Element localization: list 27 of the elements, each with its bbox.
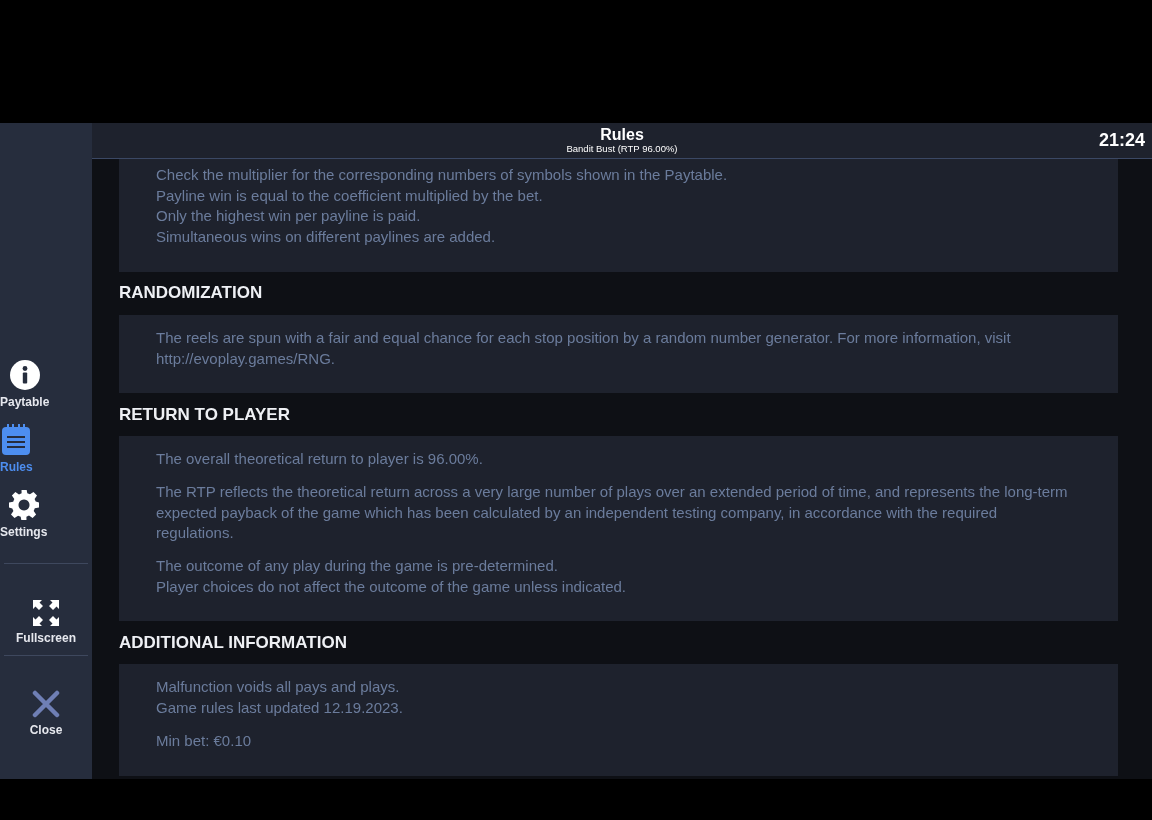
rule-text: Check the multiplier for the corresponding numbers of symbols shown in the Paytable. [156,165,729,185]
section-heading: ADDITIONAL INFORMATION [119,631,348,654]
rule-text: Player choices do not affect the outcome of the game unless indicated. [156,576,627,597]
fullscreen-icon [33,600,59,626]
info-icon [9,360,40,390]
rule-text: Game rules last updated 12.19.2023. [156,698,404,719]
rule-text: The overall theoretical return to player is 96.00%. [156,449,484,470]
close-button[interactable]: Close [0,686,92,737]
rule-text: Simultaneous wins on different paylines are added. [156,227,497,248]
sidebar-tab[interactable]: Rules [0,423,33,474]
rule-text: Min bet: €0.10 [156,730,253,751]
rule-text: The outcome of any play during the game is pre-determined. [156,556,559,577]
clock: 21:24 [1098,130,1145,151]
game-subtitle: Bandit Bust (RTP 96.00%) [566,143,678,155]
rule-text: Only the highest win per payline is paid. [156,206,422,227]
sidebar-tab[interactable]: Paytable [0,358,50,409]
settings-icon [8,490,39,520]
section-heading: RETURN TO PLAYER [119,403,291,426]
rule-text: Malfunction voids all pays and plays. [156,677,401,698]
close-icon [32,690,60,718]
window-title: Rules [600,126,644,143]
fullscreen-button[interactable]: Fullscreen [0,594,92,645]
rule-text: The RTP reflects the theoretical return across a very large number of plays over an extended period of time, and represents the long-term expected payback of the game which has been calculated by an independent testing company, in accordance with the required regulations. [156,481,1069,544]
sidebar-tab[interactable]: Settings [0,488,48,539]
section-heading: RANDOMIZATION [119,282,264,305]
rule-text: The reels are spun with a fair and equal chance for each stop position by a random number generator. For more information, visit http://evoplay.games/RNG. [156,327,1012,369]
rule-text: Payline win is equal to the coefficient multiplied by the bet. [156,185,544,206]
